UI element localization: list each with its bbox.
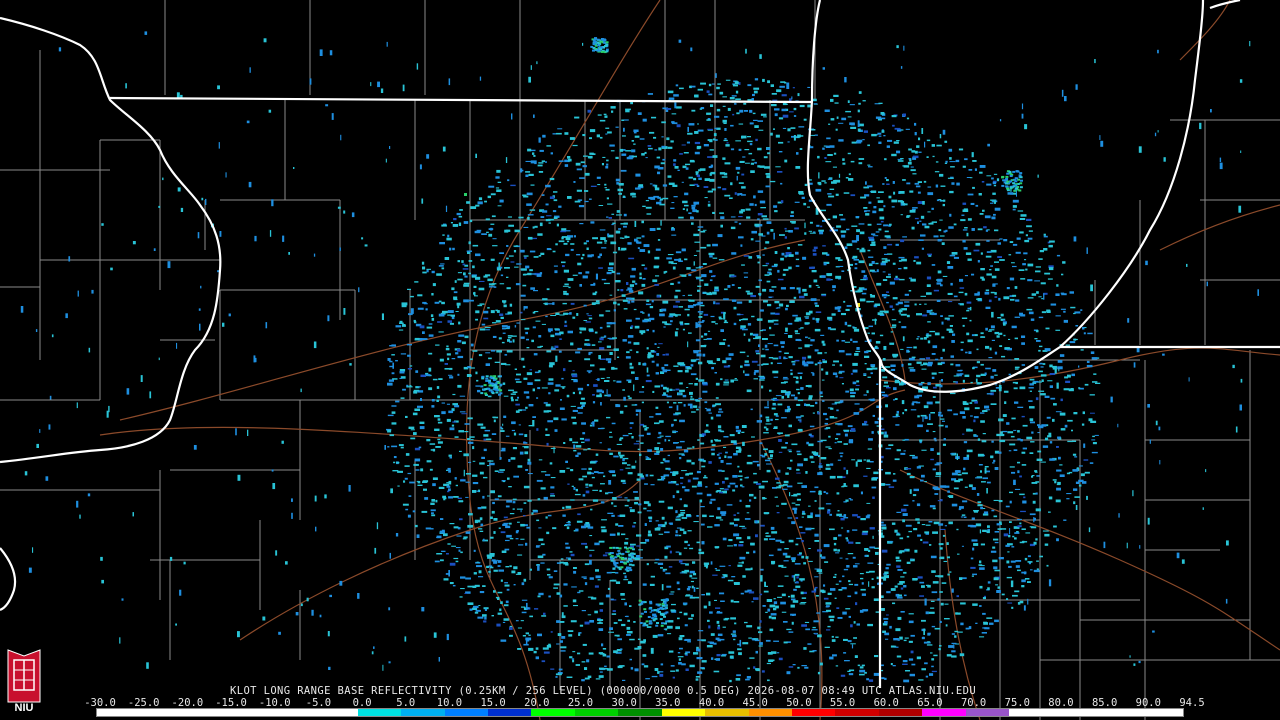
colorbar-segment bbox=[574, 709, 619, 716]
colorbar-segment bbox=[531, 709, 575, 716]
colorbar-segment bbox=[357, 709, 402, 716]
colorbar-segment bbox=[835, 709, 879, 716]
niu-logo: NIU bbox=[7, 649, 41, 714]
colorbar-segment bbox=[792, 709, 836, 716]
colorbar-segment bbox=[444, 709, 488, 716]
product-caption: KLOT LONG RANGE BASE REFLECTIVITY (0.25K… bbox=[230, 685, 977, 697]
colorbar-segment bbox=[661, 709, 706, 716]
colorbar-segment bbox=[1096, 709, 1140, 716]
county-borders bbox=[0, 0, 1280, 720]
colorbar-segment bbox=[401, 709, 445, 716]
radar-map bbox=[0, 0, 1280, 720]
colorbar-segment bbox=[1139, 709, 1183, 716]
colorbar-segment bbox=[314, 709, 358, 716]
colorbar-segment bbox=[270, 709, 315, 716]
colorbar-segment bbox=[140, 709, 184, 716]
colorbar-segment bbox=[922, 709, 966, 716]
colorbar-segment bbox=[748, 709, 792, 716]
colorbar-segment bbox=[1052, 709, 1097, 716]
colorbar-segment bbox=[227, 709, 271, 716]
reflectivity-colorbar bbox=[96, 708, 1184, 717]
colorbar-segment bbox=[705, 709, 749, 716]
colorbar-segment bbox=[965, 709, 1010, 716]
colorbar-segment bbox=[97, 709, 141, 716]
colorbar-segment bbox=[618, 709, 662, 716]
niu-logo-text: NIU bbox=[15, 702, 34, 714]
colorbar-segment bbox=[487, 709, 532, 716]
colorbar-segment bbox=[878, 709, 923, 716]
colorbar-segment bbox=[183, 709, 228, 716]
colorbar-segment bbox=[1009, 709, 1053, 716]
